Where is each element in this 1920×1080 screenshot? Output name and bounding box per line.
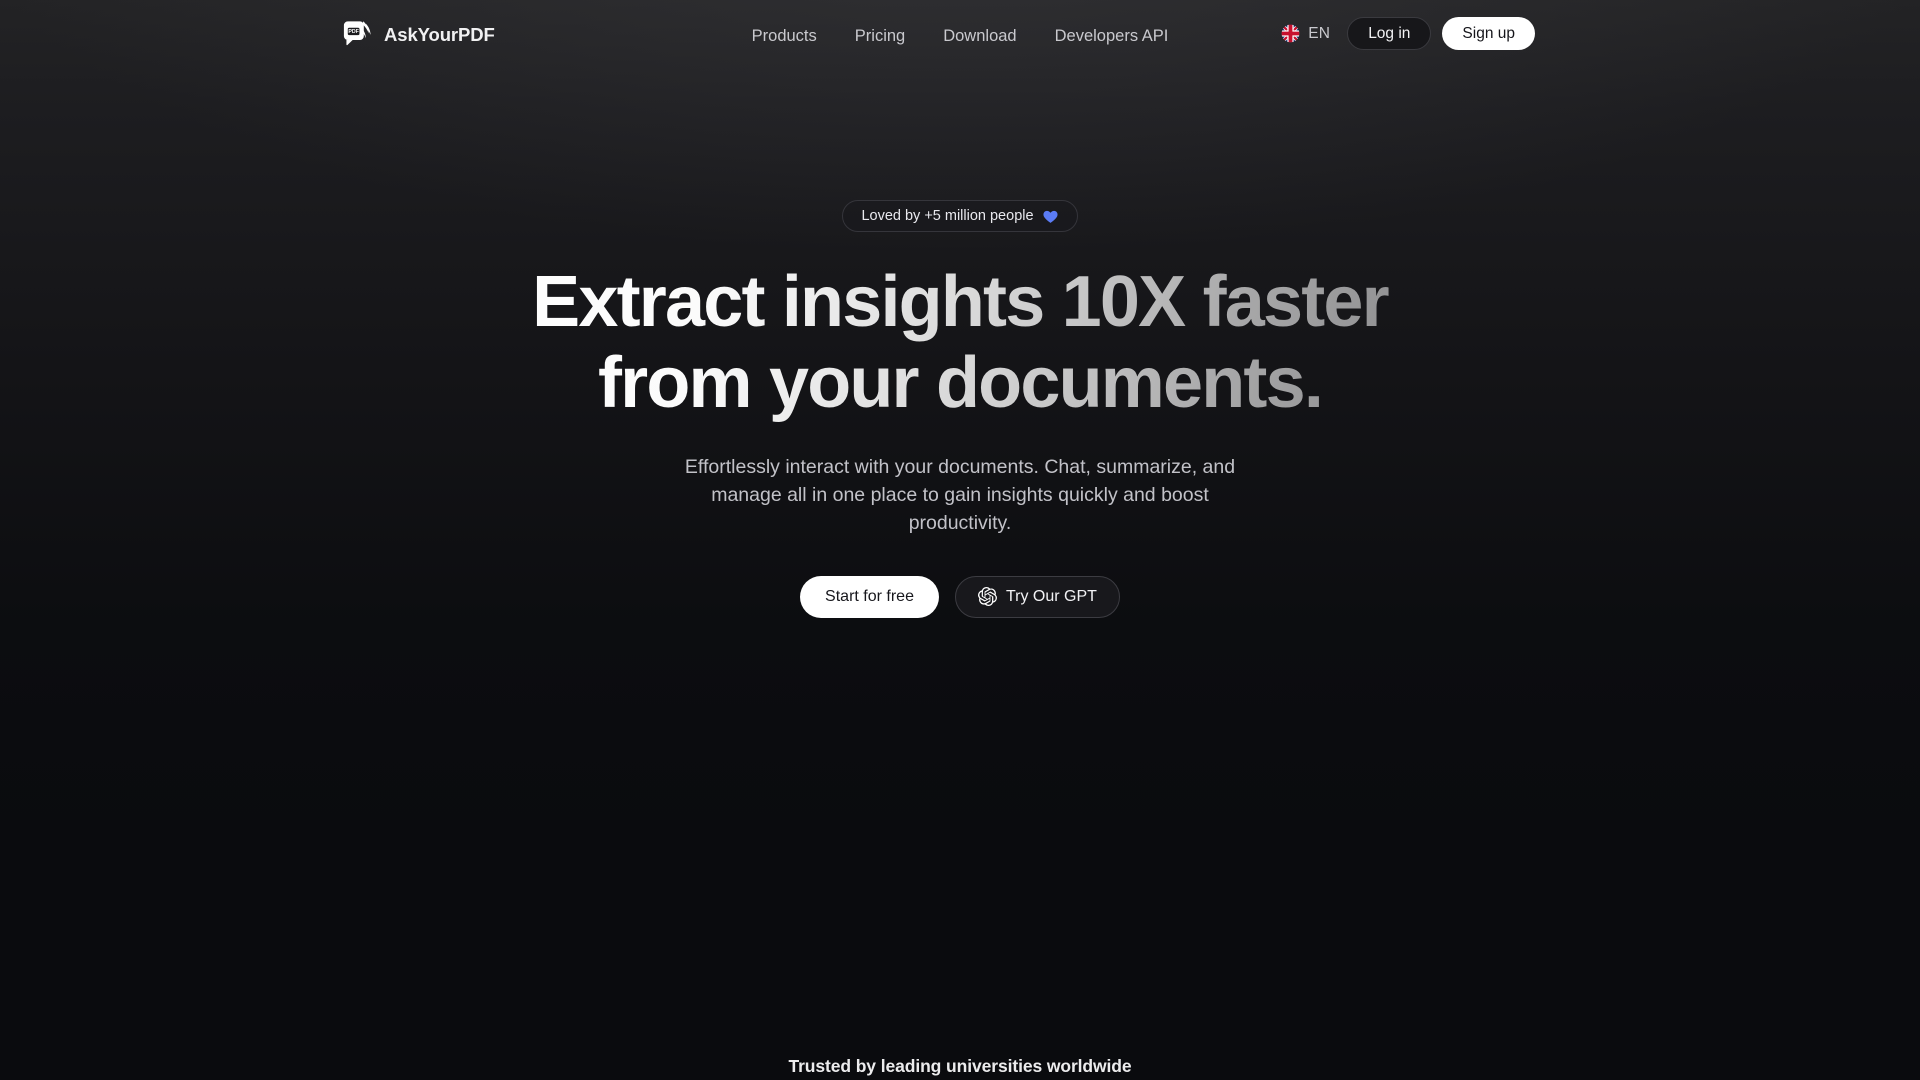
start-for-free-button[interactable]: Start for free — [800, 575, 939, 618]
heart-icon — [1043, 210, 1058, 223]
badge-label: Loved by +5 million people — [861, 208, 1034, 224]
landing-page: PDF AskYourPDF Products Pricing Download… — [0, 0, 1920, 1080]
hero-section: Loved by +5 million people Extract insig… — [0, 0, 1920, 618]
cta-group: Start for free Try Our GPT — [800, 575, 1120, 618]
openai-logo-icon — [978, 587, 997, 607]
hero-subtitle: Effortlessly interact with your document… — [684, 455, 1236, 535]
try-our-gpt-button[interactable]: Try Our GPT — [954, 575, 1120, 618]
trusted-by-heading: Trusted by leading universities worldwid… — [788, 1056, 1132, 1076]
try-our-gpt-label: Try Our GPT — [1005, 587, 1097, 605]
social-proof-badge[interactable]: Loved by +5 million people — [842, 200, 1078, 232]
headline-line-1: Extract insights 10X faster — [532, 262, 1388, 342]
headline-line-2: from your documents. — [597, 343, 1323, 424]
page-title: Extract insights 10X faster from your do… — [400, 262, 1520, 425]
